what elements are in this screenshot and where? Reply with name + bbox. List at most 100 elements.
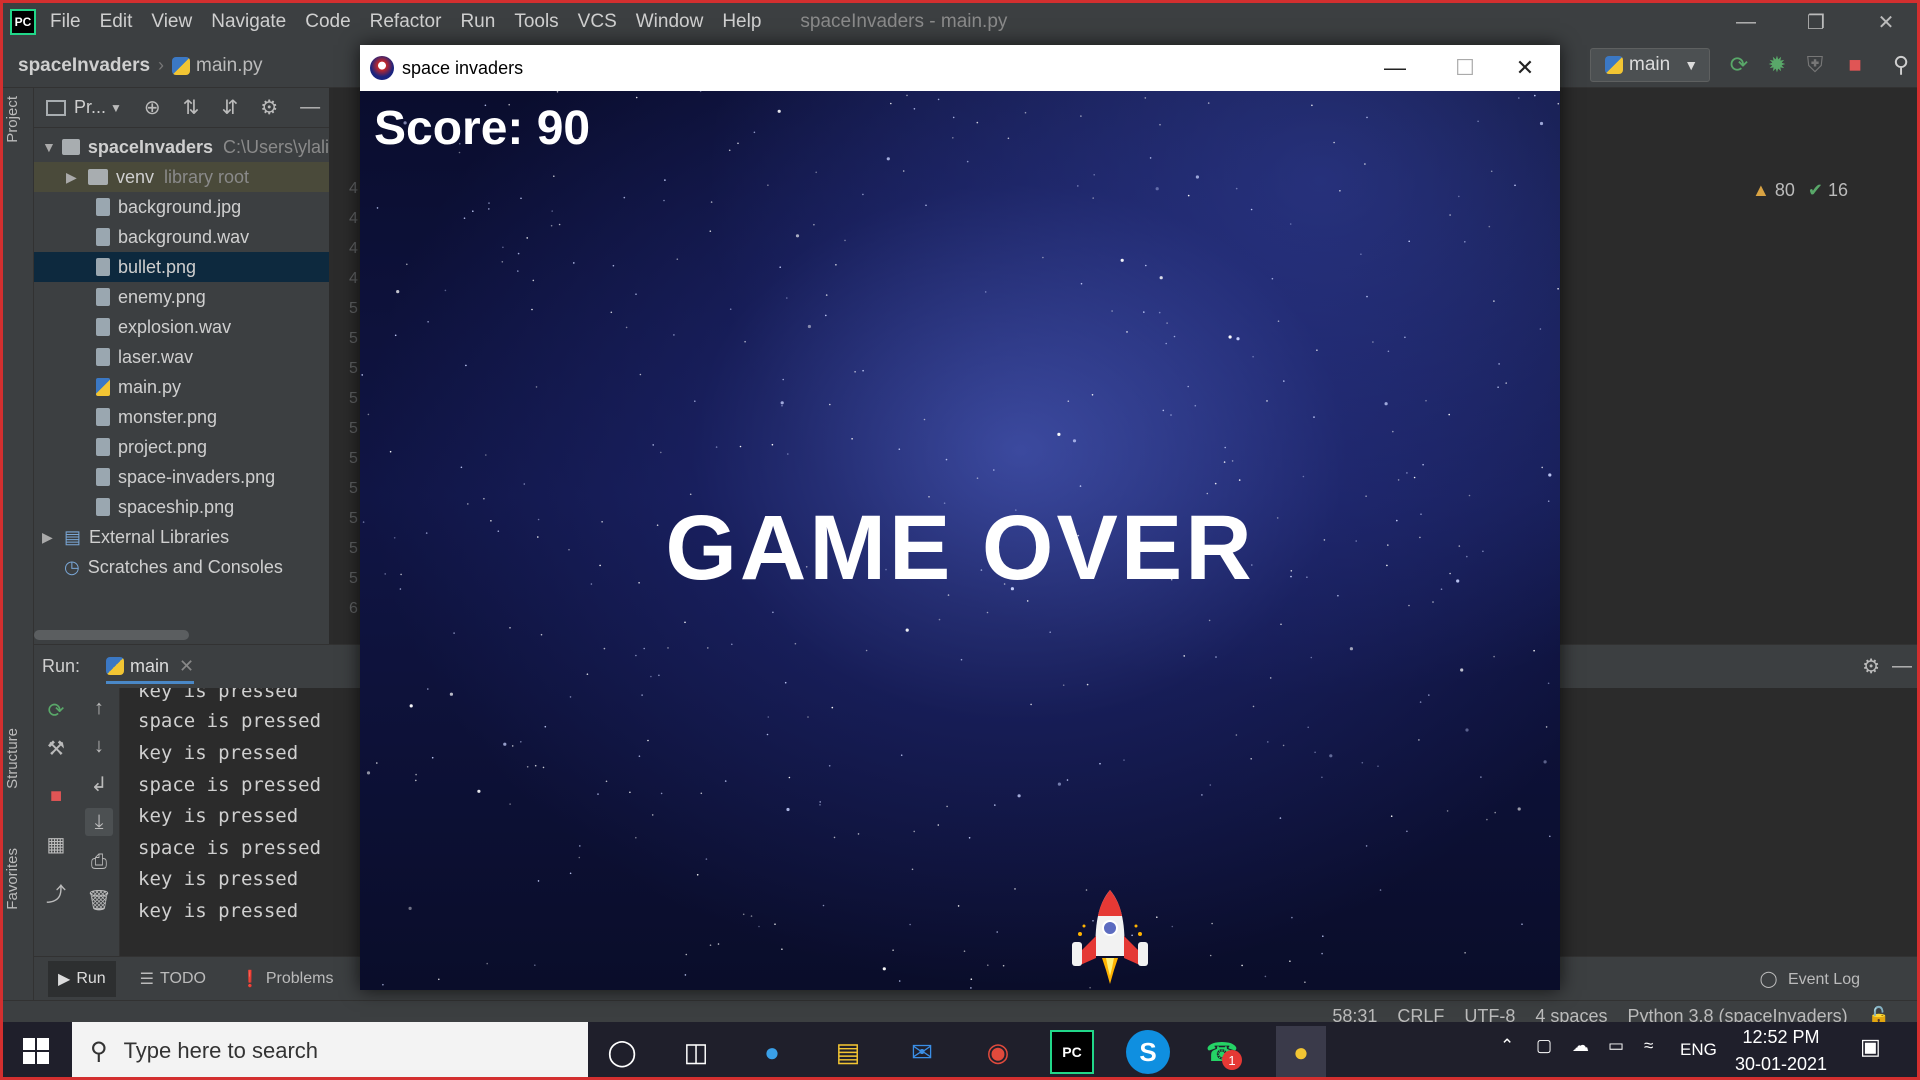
tree-item-venv[interactable]: ▶ venv library root	[34, 162, 329, 192]
action-center-icon[interactable]: ▣	[1860, 1034, 1881, 1060]
menu-help[interactable]: Help	[722, 11, 761, 33]
chevron-right-icon: ▶	[42, 528, 53, 545]
ide-restore-button[interactable]: ❐	[1786, 6, 1846, 38]
ide-window-title: spaceInvaders - main.py	[800, 11, 1008, 32]
project-view-select[interactable]: Pr...	[74, 97, 106, 118]
breadcrumb-file[interactable]: main.py	[196, 55, 263, 77]
console-line: space is pressed	[138, 774, 322, 796]
run-panel-label: Run:	[42, 656, 81, 676]
battery-icon[interactable]: ▭	[1608, 1036, 1624, 1056]
menu-navigate[interactable]: Navigate	[211, 11, 286, 33]
menu-code[interactable]: Code	[305, 11, 350, 33]
tree-item-file[interactable]: main.py	[34, 372, 329, 402]
pycharm-taskbar-icon[interactable]: PC	[1050, 1030, 1094, 1074]
tree-item-file[interactable]: project.png	[34, 432, 329, 462]
print-icon[interactable]: ⎙	[85, 848, 113, 876]
tree-item-file[interactable]: background.jpg	[34, 192, 329, 222]
rerun-icon[interactable]: ⟳	[1726, 52, 1752, 78]
stop-icon[interactable]: ■	[42, 782, 70, 810]
windows-taskbar: ⚲ Type here to search	[0, 1022, 1920, 1080]
project-horizontal-scrollbar[interactable]	[34, 630, 189, 640]
arrow-down-icon[interactable]: ↓	[85, 732, 113, 760]
ide-close-button[interactable]: ✕	[1856, 6, 1916, 38]
structure-tool-tab[interactable]: Structure	[4, 728, 21, 789]
run-configuration-select[interactable]: main ▼	[1590, 48, 1710, 82]
layout-icon[interactable]: ▦	[42, 830, 70, 858]
tree-item-external-libraries[interactable]: ▶ ▤ External Libraries	[34, 522, 329, 552]
tree-item-file[interactable]: explosion.wav	[34, 312, 329, 342]
inspection-widget[interactable]: ▲ 80 ✔ 16	[1752, 180, 1848, 201]
menu-edit[interactable]: Edit	[100, 11, 133, 33]
tab-run[interactable]: ▶ Run	[48, 960, 116, 997]
favorites-tool-tab[interactable]: Favorites	[4, 848, 21, 910]
rerun-icon[interactable]: ⟳	[42, 696, 70, 724]
mail-icon[interactable]: ✉	[900, 1030, 944, 1074]
tree-root-folder[interactable]: ▼ spaceInvaders C:\Users\ylali	[34, 132, 329, 162]
tree-item-file-selected[interactable]: bullet.png	[34, 252, 329, 282]
tree-item-file[interactable]: enemy.png	[34, 282, 329, 312]
soft-wrap-icon[interactable]: ↲	[85, 770, 113, 798]
file-explorer-icon[interactable]: ▤	[826, 1030, 870, 1074]
run-tab-main[interactable]: main ✕	[106, 650, 195, 684]
device-icon[interactable]: ▢	[1536, 1036, 1552, 1056]
debug-icon[interactable]: ✹	[1764, 52, 1790, 78]
menu-vcs[interactable]: VCS	[578, 11, 617, 33]
stop-icon[interactable]: ■	[1842, 52, 1868, 78]
event-log-button[interactable]: ◯ Event Log	[1760, 969, 1860, 989]
cortana-icon[interactable]: ◯	[600, 1030, 644, 1074]
search-icon[interactable]: ⚲	[1888, 52, 1914, 78]
tab-todo[interactable]: ☰ TODO	[130, 961, 216, 997]
game-title-bar[interactable]: space invaders — ☐ ✕	[360, 45, 1560, 91]
breadcrumb-project[interactable]: spaceInvaders	[18, 55, 150, 77]
line-number: 5	[349, 300, 358, 317]
menu-window[interactable]: Window	[636, 11, 704, 33]
trash-icon[interactable]: 🗑	[85, 886, 113, 914]
tree-item-scratches[interactable]: ◷ Scratches and Consoles	[34, 552, 329, 582]
wrench-icon[interactable]: ⚒	[42, 734, 70, 762]
task-view-icon[interactable]: ◫	[674, 1030, 718, 1074]
pin-icon[interactable]: ⤴	[42, 878, 70, 906]
taskbar-search-box[interactable]: ⚲ Type here to search	[72, 1022, 588, 1080]
tree-item-file[interactable]: space-invaders.png	[34, 462, 329, 492]
tree-item-file[interactable]: monster.png	[34, 402, 329, 432]
tree-item-file[interactable]: background.wav	[34, 222, 329, 252]
wifi-icon[interactable]: ≈	[1644, 1036, 1653, 1056]
gear-icon[interactable]: ⚙	[260, 95, 278, 120]
language-indicator[interactable]: ENG	[1680, 1040, 1717, 1060]
hide-icon[interactable]: —	[300, 96, 320, 119]
chevron-down-icon: ▼	[110, 100, 122, 115]
tab-problems[interactable]: ❗ Problems	[230, 961, 344, 997]
coverage-icon[interactable]: ⛨	[1802, 52, 1828, 78]
skype-icon[interactable]: S	[1126, 1030, 1170, 1074]
gear-icon[interactable]: ⚙	[1862, 654, 1880, 679]
collapse-all-icon[interactable]: ⇵	[221, 95, 238, 120]
project-tool-tab[interactable]: Project	[4, 96, 21, 143]
list-icon: ☰	[139, 970, 155, 988]
menu-view[interactable]: View	[151, 11, 192, 33]
tree-item-label: venv	[116, 166, 155, 187]
scroll-to-end-icon[interactable]: ⤓	[85, 808, 113, 836]
taskbar-clock[interactable]: 12:52 PM 30-01-2021	[1722, 1024, 1840, 1078]
game-window[interactable]: space invaders — ☐ ✕ Score: 90 GAME OVER	[360, 45, 1560, 990]
tree-item-file[interactable]: laser.wav	[34, 342, 329, 372]
game-minimize-button[interactable]: —	[1360, 45, 1430, 91]
game-close-button[interactable]: ✕	[1490, 45, 1560, 91]
arrow-up-icon[interactable]: ↑	[85, 694, 113, 722]
chrome-icon[interactable]: ◉	[976, 1030, 1020, 1074]
ide-minimize-button[interactable]: —	[1716, 6, 1776, 38]
edge-browser-icon[interactable]: ●	[750, 1030, 794, 1074]
python-taskbar-icon[interactable]: ●	[1276, 1026, 1326, 1078]
menu-refactor[interactable]: Refactor	[370, 11, 442, 33]
locate-icon[interactable]: ⊕	[144, 95, 161, 120]
cloud-icon[interactable]: ☁	[1572, 1036, 1589, 1056]
hide-icon[interactable]: —	[1892, 655, 1912, 678]
start-button[interactable]	[0, 1022, 72, 1080]
expand-all-icon[interactable]: ⇅	[183, 95, 200, 120]
tree-item-file[interactable]: spaceship.png	[34, 492, 329, 522]
menu-run[interactable]: Run	[460, 11, 495, 33]
game-canvas[interactable]: Score: 90 GAME OVER	[360, 91, 1560, 990]
menu-tools[interactable]: Tools	[514, 11, 558, 33]
menu-file[interactable]: File	[50, 11, 81, 33]
chevron-up-icon[interactable]: ⌃	[1500, 1036, 1514, 1056]
close-icon[interactable]: ✕	[179, 656, 194, 677]
